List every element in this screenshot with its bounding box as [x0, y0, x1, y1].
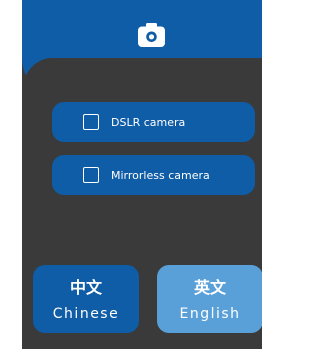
option-dslr-camera[interactable]: DSLR camera — [52, 102, 255, 142]
checkbox[interactable] — [83, 114, 99, 130]
language-english-button[interactable]: 英文 English — [157, 265, 262, 333]
camera-icon — [138, 23, 165, 47]
language-chinese-button[interactable]: 中文 Chinese — [33, 265, 139, 333]
language-native-label: 英文 — [193, 278, 226, 297]
header-curve — [22, 58, 262, 94]
language-english-label: English — [179, 306, 241, 322]
camera-button[interactable] — [138, 23, 165, 47]
app-screen: DSLR camera Mirrorless camera 中文 Chinese… — [22, 0, 262, 349]
language-native-label: 中文 — [69, 278, 102, 297]
option-label: Mirrorless camera — [111, 168, 210, 182]
option-label: DSLR camera — [111, 115, 186, 129]
option-mirrorless-camera[interactable]: Mirrorless camera — [52, 155, 255, 195]
checkbox[interactable] — [83, 167, 99, 183]
language-english-label: Chinese — [52, 306, 120, 322]
